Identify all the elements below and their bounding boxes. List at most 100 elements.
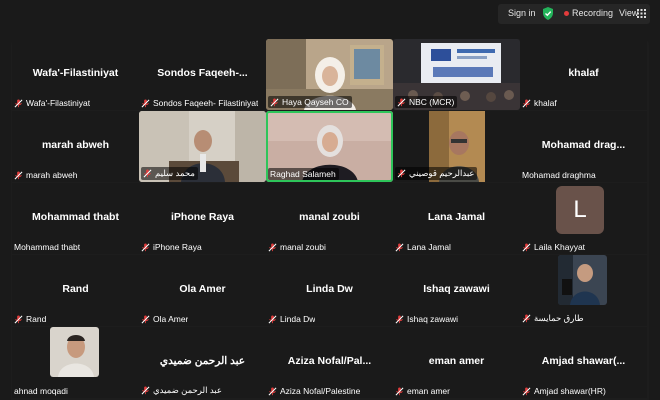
participant-name: Amjad shawar(... (541, 355, 626, 367)
participant-name: marah abweh (41, 139, 110, 151)
participant-tile[interactable]: Rand Rand (12, 255, 139, 326)
participant-tile[interactable]: Amjad shawar(... Amjad shawar(HR) (520, 327, 647, 398)
participant-name: Rand (62, 283, 89, 295)
participant-label: eman amer (395, 386, 450, 396)
participant-tile[interactable]: Mohammad thabt Mohammad thabt (12, 183, 139, 254)
participant-tile[interactable]: manal zoubi manal zoubi (266, 183, 393, 254)
muted-mic-icon (141, 242, 150, 251)
participant-name: khalaf (568, 67, 599, 79)
recording-status[interactable]: Recording (572, 8, 613, 18)
participant-tile[interactable]: Ola Amer Ola Amer (139, 255, 266, 326)
participant-tile[interactable]: Lana Jamal Lana Jamal (393, 183, 520, 254)
participant-tile[interactable]: Sondos Faqeeh-... Sondos Faqeeh- Filasti… (139, 39, 266, 110)
participant-name: manal zoubi (299, 211, 360, 223)
participant-label: Amjad shawar(HR) (522, 386, 606, 396)
participant-label: طارق حمايسة (522, 313, 584, 324)
participant-label: عبد الرحمن ضميدي (141, 385, 222, 396)
muted-mic-icon (14, 170, 23, 179)
avatar (50, 327, 99, 377)
muted-mic-icon (397, 97, 406, 106)
muted-mic-icon (141, 386, 150, 395)
participant-tile[interactable]: Wafa'-Filastiniyat Wafa'-Filastiniyat (12, 39, 139, 110)
muted-mic-icon (395, 314, 404, 323)
participant-tile[interactable]: طارق حمايسة (520, 255, 647, 326)
muted-mic-icon (397, 169, 406, 178)
participant-label: ahnad moqadi (14, 386, 68, 396)
muted-mic-icon (522, 386, 531, 395)
active-speaker-tile[interactable]: Raghad Salameh (266, 111, 393, 182)
participant-label: Aziza Nofal/Palestine (268, 386, 360, 396)
participant-label: عبدالرحيم قوصيني (395, 167, 478, 180)
view-button[interactable]: View (619, 8, 638, 18)
top-bar: Sign in Recording View (0, 0, 660, 26)
participant-name: eman amer (428, 355, 485, 367)
participant-label: iPhone Raya (141, 242, 202, 252)
participant-label: Ola Amer (141, 314, 188, 324)
gallery-view: Wafa'-Filastiniyat Wafa'-Filastiniyat So… (11, 39, 649, 400)
participant-tile[interactable]: Mohamad drag... Mohamad draghma (520, 111, 647, 182)
participant-name: Lana Jamal (427, 211, 486, 223)
participant-tile[interactable]: khalaf khalaf (520, 39, 647, 110)
participant-label: Raghad Salameh (268, 168, 339, 180)
participant-tile[interactable]: عبد الرحمن ضميدي عبد الرحمن ضميدي (139, 327, 266, 398)
muted-mic-icon (14, 98, 23, 107)
participant-label: khalaf (522, 98, 557, 108)
shield-check-icon[interactable] (542, 7, 554, 20)
participant-tile[interactable]: Ishaq zawawi Ishaq zawawi (393, 255, 520, 326)
muted-mic-icon (141, 98, 150, 107)
participant-tile[interactable]: ahnad moqadi (12, 327, 139, 398)
participant-label: Haya Qayseh CO (268, 96, 352, 108)
muted-mic-icon (395, 386, 404, 395)
participant-name: Ola Amer (179, 283, 226, 295)
participant-video-tile[interactable]: Haya Qayseh CO (266, 39, 393, 110)
meeting-top-controls: Sign in Recording View (498, 4, 650, 24)
grid-view-icon[interactable] (637, 9, 646, 18)
avatar (558, 255, 607, 305)
participant-label: Mohamad draghma (522, 170, 596, 180)
participant-name: Linda Dw (306, 283, 353, 295)
participant-tile[interactable]: iPhone Raya iPhone Raya (139, 183, 266, 254)
participant-label: Linda Dw (268, 314, 315, 324)
avatar: L (556, 186, 604, 234)
participant-name: Wafa'-Filastiniyat (32, 67, 119, 79)
muted-mic-icon (143, 169, 152, 178)
participant-label: Laila Khayyat (522, 242, 585, 252)
participant-tile[interactable]: Aziza Nofal/Pal... Aziza Nofal/Palestine (266, 327, 393, 398)
participant-name: iPhone Raya (170, 211, 235, 223)
participant-tile[interactable]: L Laila Khayyat (520, 183, 647, 254)
participant-name: Aziza Nofal/Pal... (287, 355, 372, 367)
participant-label: Sondos Faqeeh- Filastiniyat (141, 98, 258, 108)
participant-name: عبد الرحمن ضميدي (159, 355, 246, 367)
recording-dot-icon (564, 11, 569, 16)
muted-mic-icon (14, 314, 23, 323)
participant-label: marah abweh (14, 170, 78, 180)
participant-tile[interactable]: eman amer eman amer (393, 327, 520, 398)
participant-tile[interactable]: marah abweh marah abweh (12, 111, 139, 182)
participant-name: Ishaq zawawi (423, 283, 490, 295)
participant-label: Ishaq zawawi (395, 314, 458, 324)
participant-label: محمد سليم (141, 167, 198, 180)
muted-mic-icon (268, 314, 277, 323)
muted-mic-icon (141, 314, 150, 323)
participant-video-tile[interactable]: محمد سليم (139, 111, 266, 182)
participant-name: Mohammad thabt (32, 211, 119, 223)
participant-video-tile[interactable]: عبدالرحيم قوصيني (393, 111, 520, 182)
muted-mic-icon (522, 98, 531, 107)
participant-label: Lana Jamal (395, 242, 451, 252)
muted-mic-icon (268, 386, 277, 395)
sign-in-button[interactable]: Sign in (508, 8, 536, 18)
participant-label: Wafa'-Filastiniyat (14, 98, 90, 108)
participant-label: Rand (14, 314, 46, 324)
participant-name: Sondos Faqeeh-... (157, 67, 248, 79)
muted-mic-icon (395, 242, 404, 251)
participant-label: Mohammad thabt (14, 242, 81, 252)
muted-mic-icon (268, 242, 277, 251)
participant-name: Mohamad drag... (541, 139, 626, 151)
muted-mic-icon (270, 97, 279, 106)
participant-label: manal zoubi (268, 242, 326, 252)
participant-label: NBC (MCR) (395, 96, 458, 108)
muted-mic-icon (522, 242, 531, 251)
participant-tile[interactable]: Linda Dw Linda Dw (266, 255, 393, 326)
participant-video-tile[interactable]: NBC (MCR) (393, 39, 520, 110)
muted-mic-icon (522, 314, 531, 323)
